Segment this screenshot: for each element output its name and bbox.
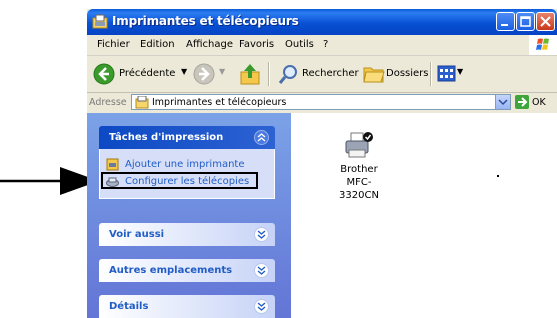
address-bar: Adresse Imprimantes et télécopieurs OK bbox=[87, 93, 557, 113]
printer-folder-icon bbox=[135, 96, 149, 109]
annotation-highlight-box bbox=[101, 172, 258, 189]
annotation-arrow bbox=[0, 167, 99, 195]
chevron-down-icon bbox=[257, 302, 266, 311]
print-tasks-header[interactable]: Tâches d'impression bbox=[99, 126, 275, 149]
chevron-down-icon bbox=[498, 99, 508, 106]
minimize-button[interactable] bbox=[496, 12, 515, 31]
see-also-title: Voir aussi bbox=[109, 229, 165, 240]
other-places-title: Autres emplacements bbox=[109, 265, 233, 276]
expand-button[interactable] bbox=[254, 263, 269, 278]
print-tasks-title: Tâches d'impression bbox=[109, 132, 224, 143]
add-printer-icon bbox=[106, 158, 119, 171]
back-button-label[interactable]: Précédente bbox=[119, 68, 175, 79]
go-arrow-icon bbox=[518, 97, 528, 107]
printer-label[interactable]: Brother MFC-3320CN bbox=[327, 163, 391, 202]
windows-logo bbox=[529, 35, 557, 55]
go-label[interactable]: OK bbox=[532, 97, 546, 108]
menu-edition[interactable]: Edition bbox=[140, 39, 175, 50]
details-title: Détails bbox=[109, 301, 149, 312]
expand-button[interactable] bbox=[254, 227, 269, 242]
close-button[interactable] bbox=[536, 12, 555, 31]
maximize-button[interactable] bbox=[516, 12, 535, 31]
forward-arrow-icon[interactable] bbox=[193, 63, 215, 85]
printer-folder-icon bbox=[92, 14, 108, 29]
views-icon[interactable] bbox=[437, 64, 457, 84]
content-area: Brother MFC-3320CN bbox=[291, 113, 557, 318]
stray-dot bbox=[497, 175, 499, 177]
printer-icon[interactable] bbox=[344, 131, 374, 159]
folders-icon[interactable] bbox=[363, 63, 385, 85]
menu-bar: Fichier Edition Affichage Favoris Outils… bbox=[87, 35, 557, 56]
menu-affichage[interactable]: Affichage bbox=[186, 39, 233, 50]
folders-button-label[interactable]: Dossiers bbox=[386, 68, 429, 79]
add-printer-label: Ajouter une imprimante bbox=[125, 159, 245, 170]
explorer-window: Imprimantes et télécopieurs Fichier Edit… bbox=[87, 9, 557, 318]
collapse-button[interactable] bbox=[254, 130, 269, 145]
other-places-header[interactable]: Autres emplacements bbox=[99, 259, 275, 282]
search-button-label[interactable]: Rechercher bbox=[302, 68, 359, 79]
address-input[interactable]: Imprimantes et télécopieurs bbox=[131, 94, 511, 110]
see-also-header[interactable]: Voir aussi bbox=[99, 223, 275, 246]
maximize-icon bbox=[520, 16, 531, 27]
views-dropdown-icon[interactable]: ▼ bbox=[457, 67, 463, 76]
chevron-up-icon bbox=[257, 133, 266, 142]
toolbar: Précédente ▼ ▼ Rechercher Dossiers ▼ bbox=[87, 56, 557, 93]
title-bar[interactable]: Imprimantes et télécopieurs bbox=[87, 9, 557, 35]
menu-favoris[interactable]: Favoris bbox=[239, 39, 274, 50]
up-folder-icon[interactable] bbox=[239, 62, 261, 86]
search-icon[interactable] bbox=[278, 63, 300, 85]
expand-button[interactable] bbox=[254, 299, 269, 314]
address-label: Adresse bbox=[89, 97, 127, 108]
chevron-down-icon bbox=[257, 230, 266, 239]
printer-model: MFC-3320CN bbox=[339, 177, 379, 201]
go-button[interactable] bbox=[515, 95, 529, 109]
task-pane: Tâches d'impression Ajouter une impriman… bbox=[87, 113, 291, 318]
toolbar-separator bbox=[430, 62, 432, 86]
chevron-down-icon bbox=[257, 266, 266, 275]
window-title: Imprimantes et télécopieurs bbox=[112, 14, 299, 28]
menu-help[interactable]: ? bbox=[323, 39, 328, 50]
toolbar-separator bbox=[268, 62, 270, 86]
close-icon bbox=[540, 16, 551, 27]
forward-dropdown-icon[interactable]: ▼ bbox=[219, 67, 225, 76]
back-dropdown-icon[interactable]: ▼ bbox=[181, 67, 187, 76]
minimize-icon bbox=[501, 24, 508, 26]
address-dropdown-button[interactable] bbox=[495, 95, 510, 109]
windows-flag-icon bbox=[536, 38, 549, 50]
menu-outils[interactable]: Outils bbox=[285, 39, 314, 50]
details-header[interactable]: Détails bbox=[99, 295, 275, 318]
address-value: Imprimantes et télécopieurs bbox=[152, 97, 287, 108]
back-arrow-icon[interactable] bbox=[93, 63, 115, 85]
menu-fichier[interactable]: Fichier bbox=[97, 39, 130, 50]
printer-brand: Brother bbox=[340, 164, 378, 175]
